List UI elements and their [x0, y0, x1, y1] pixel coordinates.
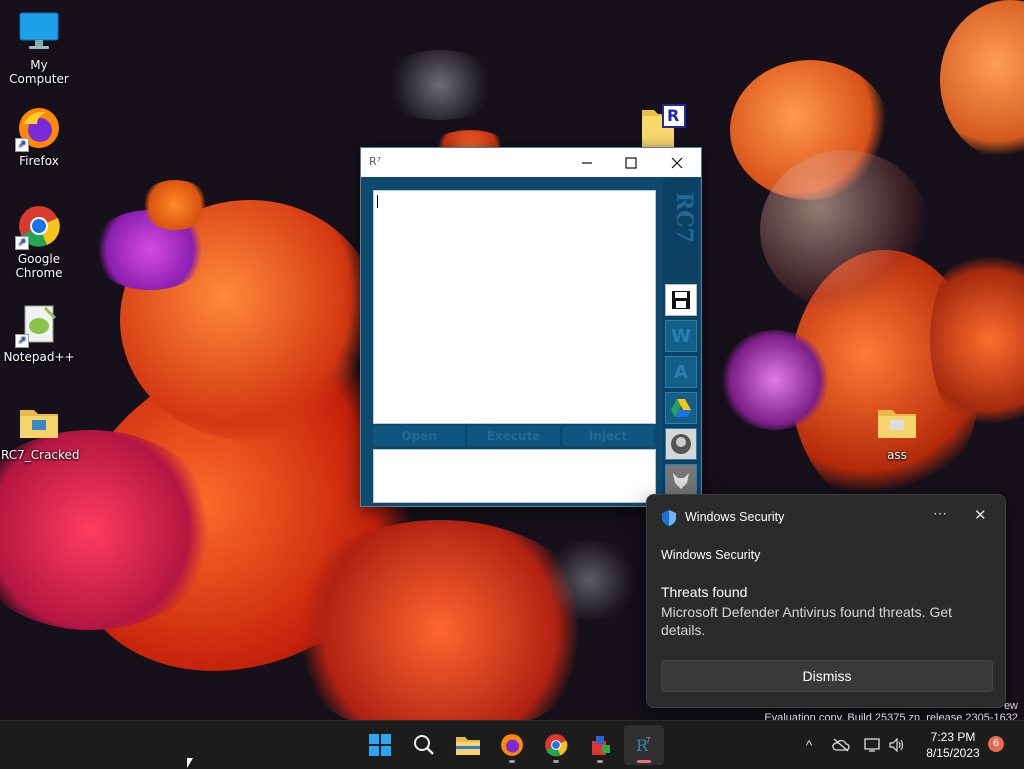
taskbar-firefox-button[interactable]: [492, 725, 532, 765]
shortcut-arrow-icon: ↗: [15, 138, 29, 152]
execute-button[interactable]: Execute: [467, 426, 562, 446]
windows-security-toast[interactable]: Windows Security ⋯ ✕ Windows Security Th…: [646, 494, 1006, 708]
running-indicator: [509, 760, 515, 763]
a-button[interactable]: A: [665, 356, 697, 388]
shortcut-arrow-icon: ↗: [15, 236, 29, 250]
rc7-window[interactable]: R⁷ Open Execute Inject RC7 W A: [360, 147, 702, 507]
rc7-sidebar: RC7 W A: [663, 178, 699, 506]
w-label: W: [671, 325, 691, 347]
minimize-icon: [582, 161, 592, 164]
shortcut-arrow-icon: ↗: [15, 334, 29, 348]
mouse-cursor-icon: [187, 758, 193, 768]
inject-button[interactable]: Inject: [561, 426, 654, 446]
a-label: A: [674, 361, 688, 383]
wolf-button[interactable]: [665, 464, 697, 496]
text-caret: [377, 195, 378, 208]
save-button[interactable]: [665, 284, 697, 316]
avatar-button[interactable]: [665, 428, 697, 460]
onedrive-button[interactable]: [830, 721, 852, 769]
chrome-icon: ↗: [15, 204, 61, 250]
close-button[interactable]: [655, 148, 699, 177]
title-bar[interactable]: R⁷: [361, 148, 701, 177]
file-explorer-icon: [456, 737, 480, 755]
close-icon: [671, 157, 683, 168]
desktop-icon-notepad-plus-plus[interactable]: ↗ Notepad++: [1, 302, 77, 364]
desktop-icon-rc7-cracked[interactable]: RC7_Cracked: [1, 400, 80, 462]
wolf-icon: [673, 473, 689, 489]
folder-icon: [875, 400, 919, 444]
clock[interactable]: 7:23 PM 8/15/2023: [913, 729, 993, 761]
toast-body[interactable]: Microsoft Defender Antivirus found threa…: [661, 603, 981, 639]
active-indicator: [637, 760, 651, 763]
search-button[interactable]: [404, 725, 444, 765]
desktop-icon-label: Firefox: [19, 154, 59, 168]
minimize-button[interactable]: [565, 148, 609, 177]
monitor-icon: [17, 10, 61, 54]
start-button[interactable]: [360, 725, 400, 765]
desktop-icon-label: RC7_Cracked: [1, 448, 80, 462]
volume-button[interactable]: [886, 721, 908, 769]
taskbar-rc7-button[interactable]: R7: [624, 725, 664, 765]
firefox-icon: ↗: [15, 106, 61, 152]
taskbar-chrome-button[interactable]: [536, 725, 576, 765]
toast-heading: Threats found: [661, 584, 748, 600]
notepad-plus-plus-icon: ↗: [15, 302, 61, 348]
desktop-icon-my-computer[interactable]: My Computer: [1, 10, 77, 86]
window-title-icon: R⁷: [369, 155, 382, 168]
desktop-icon-firefox[interactable]: ↗ Firefox: [1, 106, 77, 168]
open-button[interactable]: Open: [373, 426, 468, 446]
clock-date: 8/15/2023: [926, 746, 980, 760]
script-editor[interactable]: [373, 190, 656, 424]
firefox-icon: [501, 734, 523, 756]
output-box[interactable]: [373, 449, 656, 503]
desktop-icon-label: ass: [887, 448, 907, 462]
desktop-icon-label: Google Chrome: [15, 252, 63, 280]
desktop-icon-ass[interactable]: ass: [859, 400, 935, 462]
maximize-icon: [625, 156, 637, 169]
notification-badge[interactable]: 6: [988, 736, 1004, 752]
more-options-icon[interactable]: ⋯: [933, 505, 947, 522]
rc7-icon: R7: [636, 736, 651, 755]
cloud-off-icon: [832, 738, 850, 752]
chrome-icon: [545, 734, 568, 757]
network-button[interactable]: [862, 721, 884, 769]
search-icon: [414, 735, 434, 755]
show-hidden-icons-button[interactable]: ^: [798, 721, 820, 769]
avatar-icon: [671, 434, 691, 454]
running-indicator: [553, 760, 559, 763]
desktop-icon-label: Notepad++: [3, 350, 75, 364]
rc7-file-icon[interactable]: R: [640, 104, 686, 148]
shield-icon: [662, 510, 676, 526]
watermark-line1: ew: [1003, 700, 1018, 712]
desktop-icon-google-chrome[interactable]: ↗ Google Chrome: [1, 204, 77, 280]
toast-close-icon[interactable]: ✕: [974, 506, 987, 524]
file-explorer-button[interactable]: [448, 725, 488, 765]
toast-source: Windows Security: [661, 548, 761, 562]
chevron-up-icon: ^: [805, 737, 813, 753]
taskbar-app-button[interactable]: [580, 725, 620, 765]
app-icon: [592, 736, 610, 755]
folder-icon: [17, 400, 61, 444]
toast-app-name: Windows Security: [685, 510, 785, 524]
maximize-button[interactable]: [609, 148, 653, 177]
google-drive-button[interactable]: [665, 392, 697, 424]
rc7-file-letter: R: [667, 106, 680, 125]
w-button[interactable]: W: [665, 320, 697, 352]
rc7-logo: RC7: [671, 192, 697, 244]
action-buttons: Open Execute Inject: [373, 426, 654, 446]
svg-text:7: 7: [646, 736, 651, 745]
running-indicator: [597, 760, 603, 763]
taskbar: R7 ^ 7:23 PM 8/15/2023: [0, 720, 1024, 769]
desktop-icon-label: My Computer: [9, 58, 69, 86]
clock-time: 7:23 PM: [930, 730, 976, 744]
dismiss-button[interactable]: Dismiss: [661, 660, 993, 692]
google-drive-icon: [671, 399, 691, 417]
speaker-icon: [889, 737, 904, 753]
save-icon: [672, 291, 690, 309]
start-icon: [369, 734, 391, 756]
network-icon: [864, 738, 880, 752]
